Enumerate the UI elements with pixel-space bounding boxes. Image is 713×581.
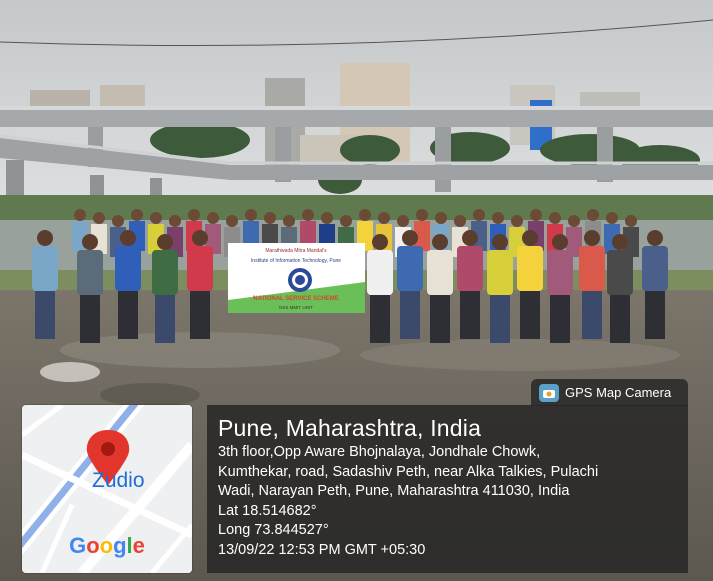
person-legs — [582, 291, 602, 339]
person-legs — [35, 291, 55, 339]
person-head — [378, 212, 390, 224]
person-body — [579, 246, 605, 291]
camera-icon — [539, 383, 559, 402]
person-head — [402, 230, 418, 246]
person-legs — [460, 291, 480, 339]
person-legs — [155, 295, 175, 343]
person-head — [150, 212, 162, 224]
person-legs — [610, 295, 630, 343]
person-head — [584, 230, 600, 246]
person-head — [157, 234, 173, 250]
person-body — [77, 250, 103, 295]
person-head — [283, 215, 295, 227]
debris — [40, 362, 100, 382]
banner-text-2: Institute of Information Technology, Pun… — [251, 258, 341, 264]
person-head — [207, 212, 219, 224]
person-body — [487, 250, 513, 295]
person-legs — [550, 295, 570, 343]
person-head — [82, 234, 98, 250]
person-head — [120, 230, 136, 246]
person-head — [435, 212, 447, 224]
map-thumbnail[interactable]: Zudio Google — [22, 405, 192, 573]
person-head — [131, 209, 143, 221]
person-head — [568, 215, 580, 227]
person-head — [552, 234, 568, 250]
person-head — [587, 209, 599, 221]
person-body — [547, 250, 573, 295]
google-logo: Google — [69, 533, 145, 558]
address-line-2: Kumthekar, road, Sadashiv Peth, near Alk… — [218, 463, 599, 480]
person-head — [647, 230, 663, 246]
person-head — [612, 234, 628, 250]
person-legs — [370, 295, 390, 343]
person-head — [549, 212, 561, 224]
person-head — [462, 230, 478, 246]
person-head — [93, 212, 105, 224]
person-head — [416, 209, 428, 221]
nss-banner: Marathwada Mitra Mandal's Institute of I… — [228, 243, 365, 313]
latitude: Lat 18.514682° — [218, 502, 317, 519]
person-legs — [520, 291, 540, 339]
person-body — [517, 246, 543, 291]
group-photo: Marathwada Mitra Mandal's Institute of I… — [0, 0, 713, 581]
person-head — [432, 234, 448, 250]
person-head — [245, 209, 257, 221]
person-head — [359, 209, 371, 221]
address-line-3: Wadi, Narayan Peth, Pune, Maharashtra 41… — [218, 483, 570, 499]
person-body — [187, 246, 213, 291]
person-body — [367, 250, 393, 295]
person-body — [642, 246, 668, 291]
person-head — [340, 215, 352, 227]
person-legs — [400, 291, 420, 339]
location-title: Pune, Maharashtra, India — [218, 415, 482, 441]
person-head — [522, 230, 538, 246]
person-body — [397, 246, 423, 291]
person-body — [32, 246, 58, 291]
person-legs — [80, 295, 100, 343]
person-head — [169, 215, 181, 227]
banner-text-3: NATIONAL SERVICE SCHEME — [253, 296, 339, 302]
person-body — [115, 246, 141, 291]
map-place-label: Zudio — [92, 469, 145, 492]
person-head — [530, 209, 542, 221]
date-time: 13/09/22 12:53 PM GMT +05:30 — [218, 541, 426, 558]
banner-text-4: NSS MMIT UNIT — [279, 305, 313, 310]
person-head — [606, 212, 618, 224]
person-head — [473, 209, 485, 221]
person-body — [427, 250, 453, 295]
person-head — [226, 215, 238, 227]
person-head — [397, 215, 409, 227]
person-legs — [645, 291, 665, 339]
person-head — [37, 230, 53, 246]
person-legs — [190, 291, 210, 339]
person-head — [188, 209, 200, 221]
person-head — [74, 209, 86, 221]
gps-app-name: GPS Map Camera — [565, 385, 672, 400]
person-head — [625, 215, 637, 227]
person-body — [457, 246, 483, 291]
person-head — [302, 209, 314, 221]
person-head — [112, 215, 124, 227]
person-body — [607, 250, 633, 295]
person-head — [454, 215, 466, 227]
person-legs — [490, 295, 510, 343]
banner-text-1: Marathwada Mitra Mandal's — [265, 248, 327, 254]
address-line-1: 3th floor,Opp Aware Bhojnalaya, Jondhale… — [218, 444, 541, 460]
person-body — [152, 250, 178, 295]
person-head — [511, 215, 523, 227]
person-head — [372, 234, 388, 250]
person-head — [492, 234, 508, 250]
person-head — [192, 230, 208, 246]
person-legs — [430, 295, 450, 343]
location-info-panel: Pune, Maharashtra, India 3th floor,Opp A… — [207, 405, 688, 573]
person-head — [321, 212, 333, 224]
person-head — [492, 212, 504, 224]
gps-map-camera-badge: GPS Map Camera — [531, 379, 688, 406]
longitude: Long 73.844527° — [218, 522, 329, 538]
person-head — [264, 212, 276, 224]
person-legs — [118, 291, 138, 339]
